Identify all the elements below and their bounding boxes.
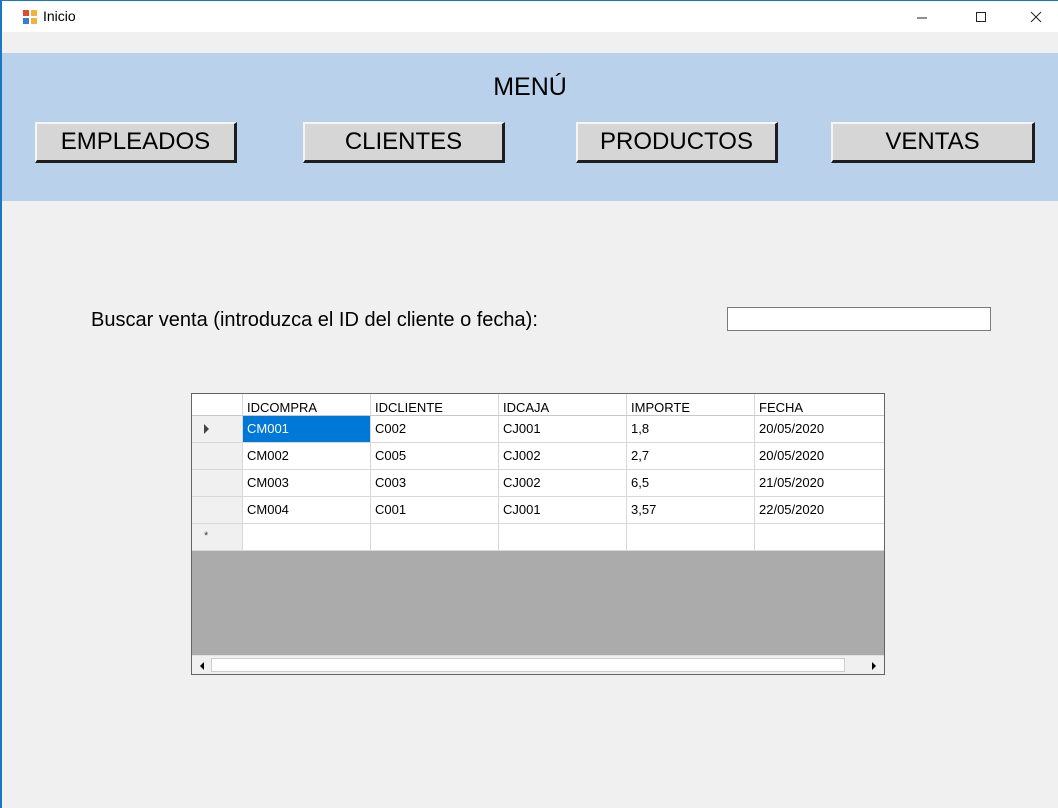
column-header-idcompra[interactable]: IDCOMPRA xyxy=(243,394,371,415)
app-form-icon xyxy=(22,9,38,25)
main-window: Inicio MENÚ EMPLEADOS CLIENTES PRODUCTOS… xyxy=(0,0,1058,808)
grid-cell-importe[interactable]: 3,57 xyxy=(627,497,755,524)
arrow-left-icon xyxy=(200,661,204,670)
close-button[interactable] xyxy=(1013,1,1058,32)
grid-cell-importe[interactable]: 1,8 xyxy=(627,416,755,443)
new-row[interactable]: * xyxy=(192,524,884,551)
scroll-thumb[interactable] xyxy=(211,658,845,672)
row-header[interactable] xyxy=(192,443,243,470)
grid-cell-idcompra[interactable]: CM004 xyxy=(243,497,371,524)
scroll-left-button[interactable] xyxy=(194,658,210,673)
grid-cell-idcaja[interactable]: CJ002 xyxy=(499,443,627,470)
horizontal-scrollbar[interactable] xyxy=(192,655,884,674)
grid-cell-idcliente[interactable]: C002 xyxy=(371,416,499,443)
grid-cell-importe[interactable]: 2,7 xyxy=(627,443,755,470)
grid-cell-fecha[interactable]: 22/05/2020 xyxy=(755,497,884,524)
row-header[interactable] xyxy=(192,470,243,497)
table-row[interactable]: CM004 C001 CJ001 3,57 22/05/2020 xyxy=(192,497,884,524)
close-icon xyxy=(1030,11,1042,22)
grid-cell-fecha[interactable]: 20/05/2020 xyxy=(755,443,884,470)
column-header-fecha[interactable]: FECHA xyxy=(755,394,884,415)
menu-title: MENÚ xyxy=(493,73,567,101)
arrow-right-icon xyxy=(872,661,876,670)
grid-cell-idcliente[interactable]: C003 xyxy=(371,470,499,497)
grid-cell-fecha[interactable]: 21/05/2020 xyxy=(755,470,884,497)
grid-header-row: IDCOMPRA IDCLIENTE IDCAJA IMPORTE FECHA xyxy=(192,394,884,416)
table-row[interactable]: CM001 C002 CJ001 1,8 20/05/2020 xyxy=(192,416,884,443)
scroll-right-button[interactable] xyxy=(866,658,882,673)
grid-cell-idcaja[interactable]: CJ002 xyxy=(499,470,627,497)
maximize-button[interactable] xyxy=(958,1,1004,32)
grid-cell-empty[interactable] xyxy=(371,524,499,551)
sales-data-grid[interactable]: IDCOMPRA IDCLIENTE IDCAJA IMPORTE FECHA … xyxy=(191,393,885,675)
maximize-icon xyxy=(976,11,986,22)
window-title: Inicio xyxy=(43,8,76,24)
grid-cell-idcompra[interactable]: CM001 xyxy=(243,416,371,443)
empleados-button[interactable]: EMPLEADOS xyxy=(35,122,237,163)
title-bar[interactable]: Inicio xyxy=(2,1,1058,32)
grid-cell-empty[interactable] xyxy=(243,524,371,551)
grid-cell-empty[interactable] xyxy=(627,524,755,551)
column-header-idcaja[interactable]: IDCAJA xyxy=(499,394,627,415)
minimize-button[interactable] xyxy=(899,1,945,32)
grid-cell-idcompra[interactable]: CM003 xyxy=(243,470,371,497)
grid-cell-idcliente[interactable]: C005 xyxy=(371,443,499,470)
grid-cell-fecha[interactable]: 20/05/2020 xyxy=(755,416,884,443)
grid-cell-idcliente[interactable]: C001 xyxy=(371,497,499,524)
row-header[interactable] xyxy=(192,497,243,524)
row-header[interactable] xyxy=(192,416,243,443)
table-row[interactable]: CM003 C003 CJ002 6,5 21/05/2020 xyxy=(192,470,884,497)
minimize-icon xyxy=(917,17,927,18)
grid-corner-cell[interactable] xyxy=(192,394,243,415)
search-label: Buscar venta (introduzca el ID del clien… xyxy=(91,309,538,331)
productos-button[interactable]: PRODUCTOS xyxy=(576,122,778,163)
column-header-importe[interactable]: IMPORTE xyxy=(627,394,755,415)
clientes-button[interactable]: CLIENTES xyxy=(303,122,505,163)
grid-cell-empty[interactable] xyxy=(499,524,627,551)
grid-cell-importe[interactable]: 6,5 xyxy=(627,470,755,497)
current-row-arrow-icon xyxy=(204,424,209,434)
grid-cell-idcaja[interactable]: CJ001 xyxy=(499,497,627,524)
ventas-button[interactable]: VENTAS xyxy=(831,122,1035,163)
grid-cell-idcaja[interactable]: CJ001 xyxy=(499,416,627,443)
grid-cell-idcompra[interactable]: CM002 xyxy=(243,443,371,470)
new-row-star-icon: * xyxy=(204,530,209,542)
row-header[interactable]: * xyxy=(192,524,243,551)
column-header-idcliente[interactable]: IDCLIENTE xyxy=(371,394,499,415)
search-input[interactable] xyxy=(727,307,991,331)
grid-cell-empty[interactable] xyxy=(755,524,884,551)
table-row[interactable]: CM002 C005 CJ002 2,7 20/05/2020 xyxy=(192,443,884,470)
